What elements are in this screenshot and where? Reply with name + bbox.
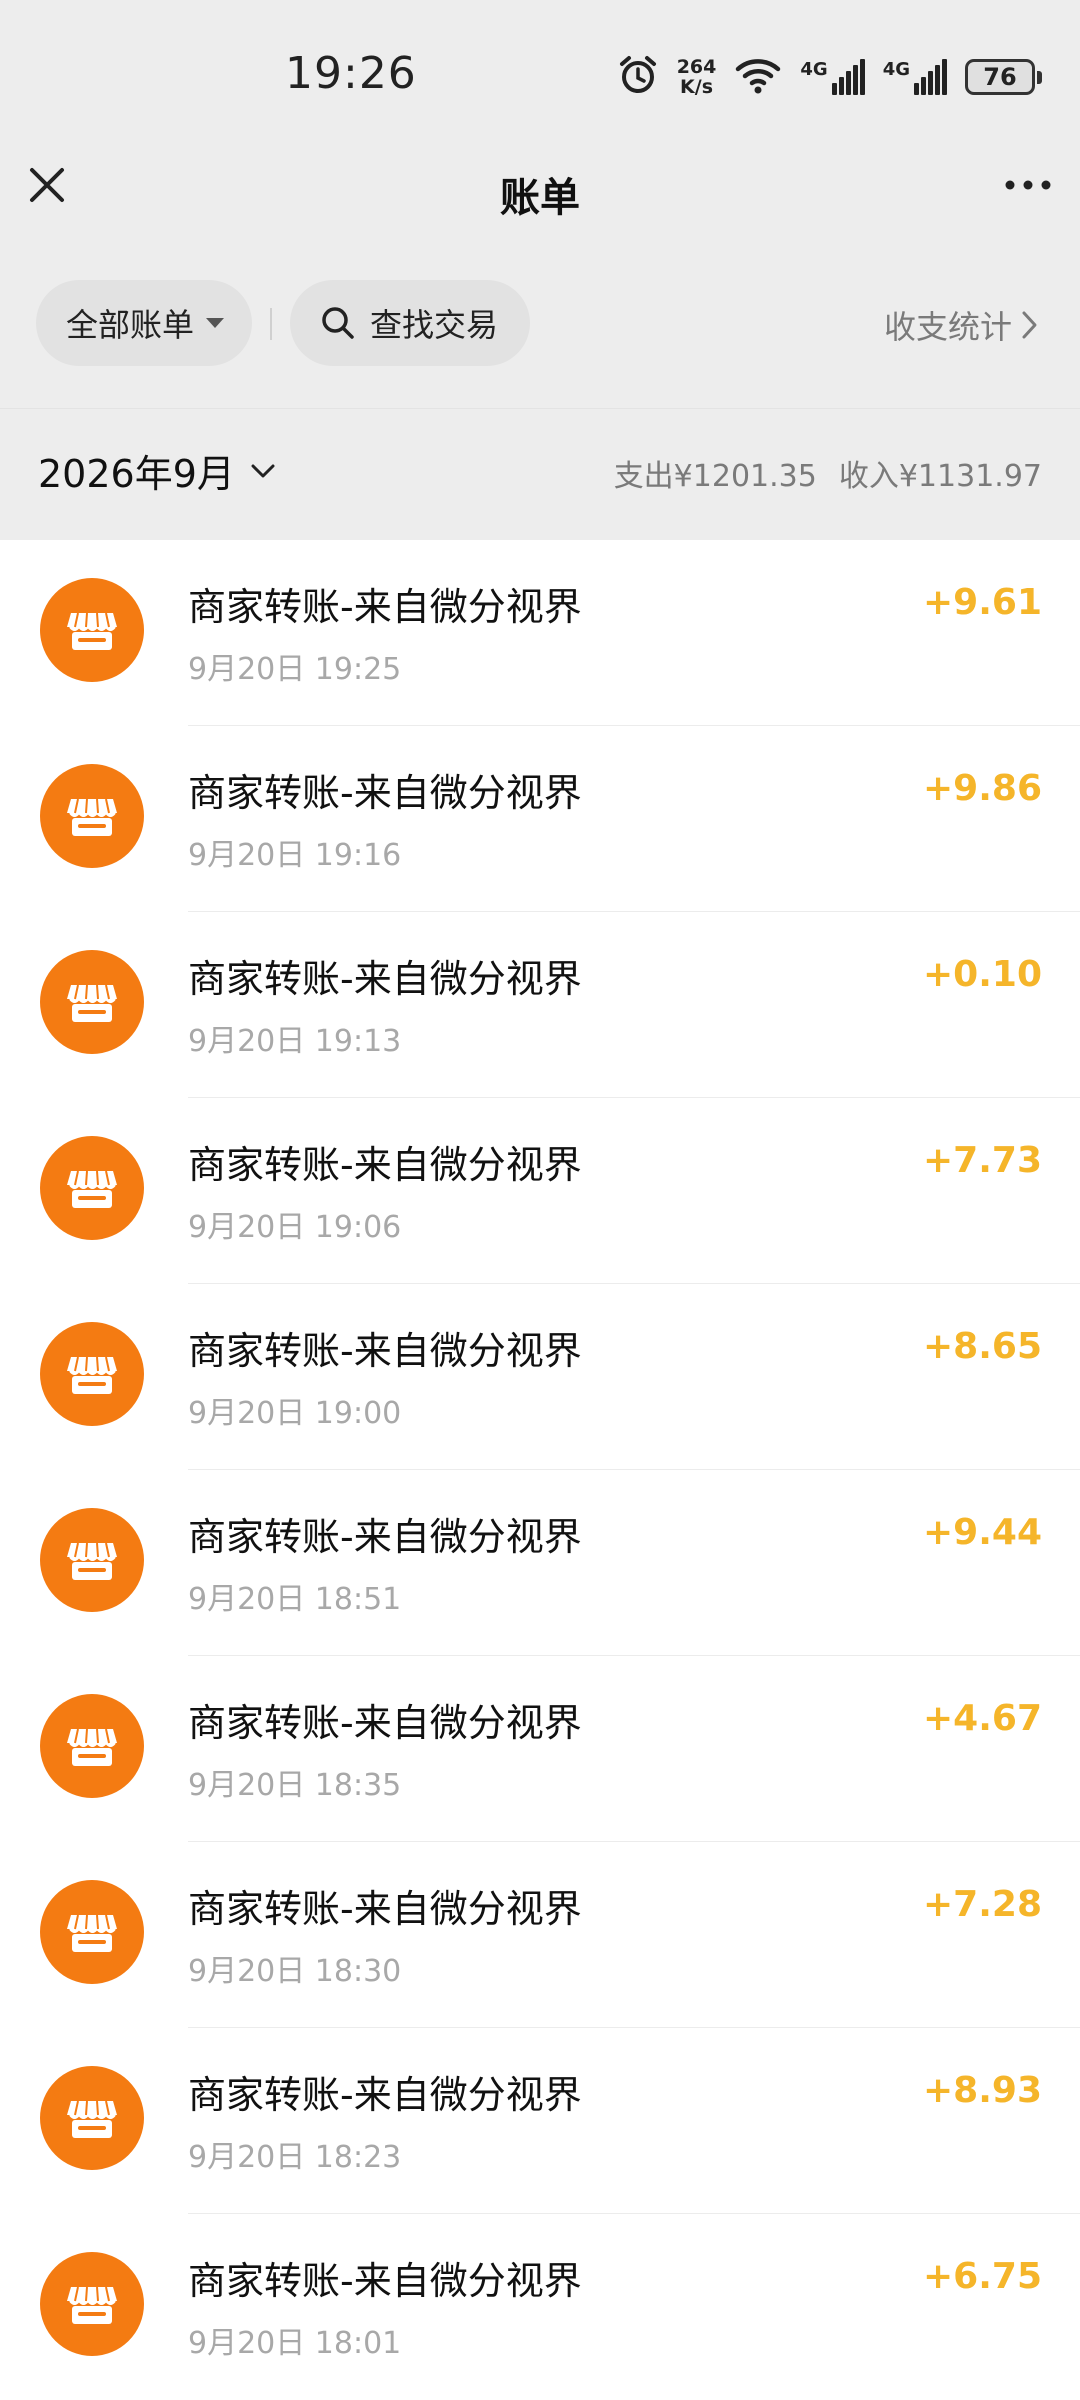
transaction-time: 9月20日 19:25	[188, 652, 402, 687]
alarm-icon	[617, 54, 659, 100]
transaction-title: 商家转账-来自微分视界	[188, 1701, 582, 1745]
status-bar: 19:26 264 K/s 4G 4G 76	[0, 0, 1080, 150]
net-speed: 264 K/s	[677, 57, 717, 97]
list-item[interactable]: 商家转账-来自微分视界 9月20日 18:01 +6.75	[0, 2214, 1080, 2400]
shop-icon	[40, 764, 144, 868]
chevron-right-icon	[1022, 311, 1037, 339]
net-speed-unit: K/s	[680, 76, 714, 98]
transaction-title: 商家转账-来自微分视界	[188, 1329, 582, 1373]
net-speed-value: 264	[676, 56, 717, 78]
expense-total: 支出¥1201.35	[613, 459, 817, 494]
signal-icon: 4G	[883, 59, 947, 95]
transaction-amount: +9.61	[923, 582, 1042, 623]
shop-icon	[40, 1508, 144, 1612]
transaction-amount: +0.10	[923, 954, 1042, 995]
transaction-title: 商家转账-来自微分视界	[188, 1887, 582, 1931]
chevron-down-icon	[251, 464, 275, 477]
battery-icon: 76	[965, 59, 1042, 95]
signal-label: 4G	[882, 59, 910, 80]
search-transactions-button[interactable]: 查找交易	[290, 280, 530, 366]
shop-icon	[40, 1880, 144, 1984]
income-total: 收入¥1131.97	[838, 459, 1042, 494]
transaction-time: 9月20日 19:13	[188, 1024, 402, 1059]
shop-icon	[40, 2252, 144, 2356]
battery-level: 76	[965, 59, 1035, 95]
transaction-amount: +8.65	[923, 1326, 1042, 1367]
transaction-title: 商家转账-来自微分视界	[188, 1143, 582, 1187]
income-expense-stats-link[interactable]: 收支统计	[884, 302, 1040, 348]
transaction-list: 商家转账-来自微分视界 9月20日 19:25 +9.61 商家转账-来自微分视…	[0, 540, 1080, 2400]
filter-row: 全部账单 查找交易 收支统计	[0, 280, 1080, 408]
shop-icon	[40, 1136, 144, 1240]
month-label: 2026年9月	[38, 452, 235, 496]
more-icon[interactable]	[998, 160, 1058, 210]
transaction-title: 商家转账-来自微分视界	[188, 1515, 582, 1559]
transaction-time: 9月20日 18:01	[188, 2326, 402, 2361]
transaction-amount: +9.44	[923, 1512, 1042, 1553]
transaction-title: 商家转账-来自微分视界	[188, 957, 582, 1001]
caret-down-icon	[206, 318, 225, 328]
transaction-title: 商家转账-来自微分视界	[188, 2073, 582, 2117]
list-item[interactable]: 商家转账-来自微分视界 9月20日 19:00 +8.65	[0, 1284, 1080, 1470]
shop-icon	[40, 2066, 144, 2170]
all-bills-filter[interactable]: 全部账单	[36, 280, 252, 366]
signal-label: 4G	[800, 59, 828, 80]
transaction-title: 商家转账-来自微分视界	[188, 585, 582, 629]
signal-icon: 4G	[800, 59, 865, 95]
list-item[interactable]: 商家转账-来自微分视界 9月20日 19:25 +9.61	[0, 540, 1080, 726]
transaction-time: 9月20日 18:30	[188, 1954, 402, 1989]
list-item[interactable]: 商家转账-来自微分视界 9月20日 18:23 +8.93	[0, 2028, 1080, 2214]
list-item[interactable]: 商家转账-来自微分视界 9月20日 19:13 +0.10	[0, 912, 1080, 1098]
divider	[270, 308, 272, 340]
list-item[interactable]: 商家转账-来自微分视界 9月20日 19:16 +9.86	[0, 726, 1080, 912]
shop-icon	[40, 1322, 144, 1426]
page-title: 账单	[500, 175, 580, 221]
transaction-title: 商家转账-来自微分视界	[188, 771, 582, 815]
transaction-amount: +4.67	[923, 1698, 1042, 1739]
list-item[interactable]: 商家转账-来自微分视界 9月20日 18:35 +4.67	[0, 1656, 1080, 1842]
transaction-amount: +7.73	[923, 1140, 1042, 1181]
shop-icon	[40, 950, 144, 1054]
search-icon	[322, 307, 354, 339]
transaction-time: 9月20日 18:23	[188, 2140, 402, 2175]
list-item[interactable]: 商家转账-来自微分视界 9月20日 19:06 +7.73	[0, 1098, 1080, 1284]
transaction-amount: +7.28	[923, 1884, 1042, 1925]
transaction-title: 商家转账-来自微分视界	[188, 2259, 582, 2303]
transaction-time: 9月20日 18:35	[188, 1768, 402, 1803]
transaction-amount: +8.93	[923, 2070, 1042, 2111]
list-item[interactable]: 商家转账-来自微分视界 9月20日 18:51 +9.44	[0, 1470, 1080, 1656]
transaction-amount: +6.75	[923, 2256, 1042, 2297]
month-header: 2026年9月 支出¥1201.35 收入¥1131.97	[0, 408, 1080, 540]
search-label: 查找交易	[370, 306, 499, 344]
transaction-time: 9月20日 19:06	[188, 1210, 402, 1245]
transaction-time: 9月20日 19:00	[188, 1396, 402, 1431]
stats-label: 收支统计	[883, 308, 1012, 346]
status-icons: 264 K/s 4G 4G 76	[617, 52, 1042, 102]
transaction-time: 9月20日 18:51	[188, 1582, 402, 1617]
shop-icon	[40, 578, 144, 682]
wifi-icon	[734, 55, 782, 99]
transaction-time: 9月20日 19:16	[188, 838, 402, 873]
month-selector[interactable]: 2026年9月	[38, 443, 277, 498]
all-bills-label: 全部账单	[66, 306, 195, 344]
month-summary: 支出¥1201.35 收入¥1131.97	[614, 451, 1042, 495]
shop-icon	[40, 1694, 144, 1798]
list-item[interactable]: 商家转账-来自微分视界 9月20日 18:30 +7.28	[0, 1842, 1080, 2028]
transaction-amount: +9.86	[923, 768, 1042, 809]
status-time: 19:26	[285, 48, 417, 99]
